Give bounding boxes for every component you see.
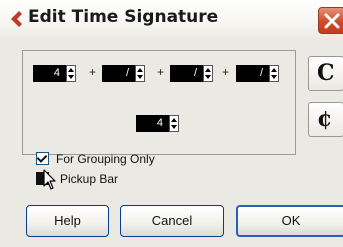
spin-up-icon[interactable] [137, 68, 143, 72]
title-bar[interactable]: Edit Time Signature [0, 0, 343, 40]
plus-sign: + [89, 65, 97, 79]
spin-down-icon[interactable] [171, 125, 177, 129]
numerator-value-2[interactable]: / [102, 65, 135, 82]
numerator-spinner-1[interactable] [66, 65, 76, 82]
spin-up-icon[interactable] [271, 68, 277, 72]
numerator-spinner-3[interactable] [203, 65, 213, 82]
common-time-icon: C [317, 60, 335, 86]
cubase-logo-icon [11, 11, 22, 27]
spin-down-icon[interactable] [68, 75, 74, 79]
cancel-button[interactable]: Cancel [120, 205, 224, 237]
spin-down-icon[interactable] [205, 75, 211, 79]
help-button[interactable]: Help [26, 205, 109, 237]
plus-sign: + [157, 65, 165, 79]
plus-sign: + [222, 65, 230, 79]
numerator-value-3[interactable]: / [170, 65, 203, 82]
cut-time-icon: ¢ [317, 106, 333, 132]
denominator-value[interactable]: 4 [136, 115, 169, 132]
spin-up-icon[interactable] [68, 68, 74, 72]
numerator-value-1[interactable]: 4 [33, 65, 66, 82]
numerator-value-4[interactable]: / [236, 65, 269, 82]
common-time-button[interactable]: C [308, 56, 343, 91]
window-title: Edit Time Signature [28, 7, 219, 27]
spin-down-icon[interactable] [271, 75, 277, 79]
close-button[interactable] [318, 7, 343, 34]
close-icon [324, 13, 340, 29]
denominator-spinner[interactable] [169, 115, 179, 132]
numerator-spinner-4[interactable] [269, 65, 279, 82]
pickup-label[interactable]: Pickup Bar [60, 171, 118, 187]
spin-up-icon[interactable] [205, 68, 211, 72]
mouse-cursor-icon [43, 169, 56, 190]
cut-time-button[interactable]: ¢ [308, 102, 343, 137]
numerator-spinner-2[interactable] [135, 65, 145, 82]
grouping-checkbox[interactable] [36, 152, 49, 165]
ok-button[interactable]: OK [236, 205, 343, 237]
spin-up-icon[interactable] [171, 118, 177, 122]
spin-down-icon[interactable] [137, 75, 143, 79]
grouping-label[interactable]: For Grouping Only [56, 151, 155, 167]
